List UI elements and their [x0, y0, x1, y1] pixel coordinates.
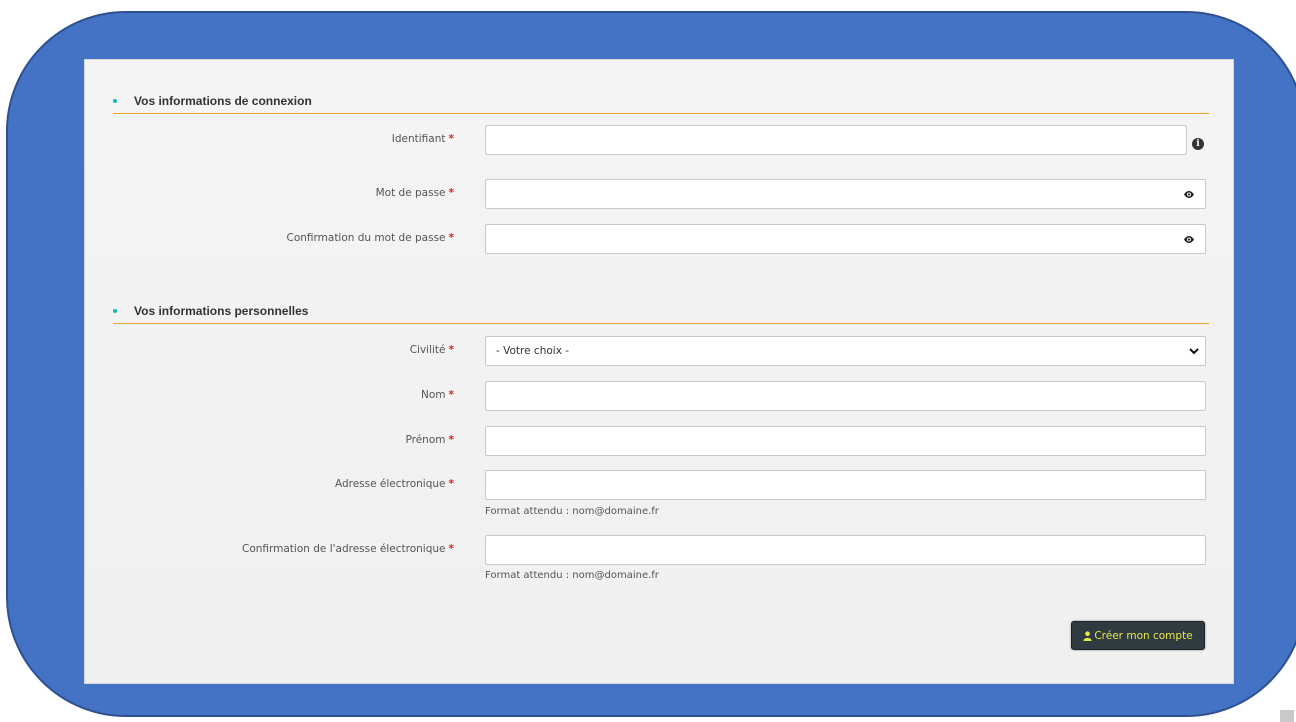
last-name-label: Nom *	[420, 389, 454, 401]
password-confirm-label: Confirmation du mot de passe *	[286, 232, 455, 244]
create-account-label: Créer mon compte	[1094, 629, 1193, 642]
civility-label: Civilité *	[409, 344, 454, 356]
email-confirm-label: Confirmation de l'adresse électronique *	[241, 543, 454, 555]
section-title-personal: Vos informations personnelles	[113, 301, 308, 321]
section-title-personal-text: Vos informations personnelles	[134, 304, 309, 318]
first-name-label: Prénom *	[405, 434, 454, 446]
create-account-button[interactable]: Créer mon compte	[1071, 621, 1205, 650]
identifier-input[interactable]	[485, 125, 1187, 155]
eye-icon[interactable]	[1183, 190, 1195, 199]
civility-selected-value: - Votre choix -	[496, 345, 570, 357]
section-divider	[113, 113, 1209, 114]
password-confirm-input[interactable]	[485, 224, 1206, 254]
email-label: Adresse électronique *	[334, 478, 454, 490]
email-input[interactable]	[485, 470, 1206, 500]
section-bullet	[113, 99, 117, 103]
info-icon[interactable]: i	[1192, 138, 1204, 150]
resize-corner	[1280, 710, 1294, 722]
email-confirm-input[interactable]	[485, 535, 1206, 565]
identifier-label: Identifiant *	[391, 133, 454, 145]
chevron-down-icon	[1189, 348, 1199, 355]
section-title-login: Vos informations de connexion	[113, 91, 312, 111]
civility-select[interactable]: - Votre choix -	[485, 336, 1206, 366]
last-name-input[interactable]	[485, 381, 1206, 411]
registration-form: Vos informations de connexion Identifian…	[84, 59, 1234, 684]
section-bullet	[113, 309, 117, 313]
section-title-login-text: Vos informations de connexion	[134, 94, 312, 108]
email-hint: Format attendu : nom@domaine.fr	[485, 506, 659, 517]
email-confirm-hint: Format attendu : nom@domaine.fr	[485, 570, 659, 581]
password-input[interactable]	[485, 179, 1206, 209]
first-name-input[interactable]	[485, 426, 1206, 456]
password-label: Mot de passe *	[375, 187, 454, 199]
section-divider	[113, 323, 1209, 324]
user-icon	[1083, 630, 1092, 641]
eye-icon[interactable]	[1183, 235, 1195, 244]
